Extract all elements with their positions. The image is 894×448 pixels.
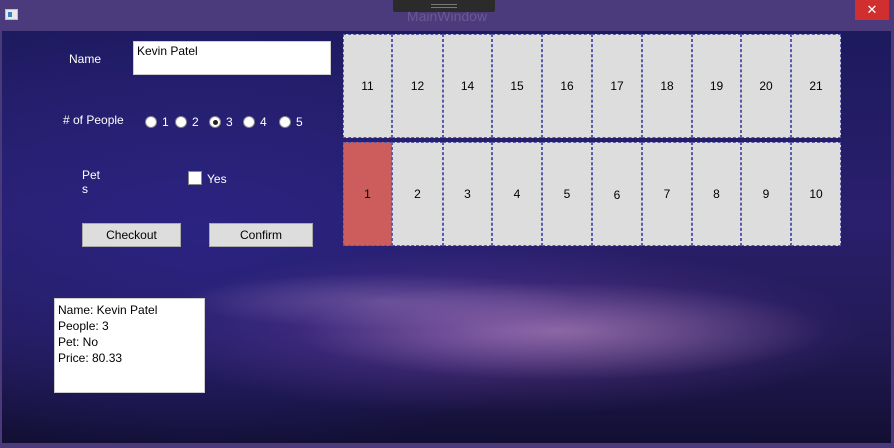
summary-price: Price: 80.33 bbox=[58, 351, 123, 365]
snap-grip-handle[interactable] bbox=[393, 0, 495, 12]
seat-number: 3 bbox=[464, 187, 471, 201]
name-label: Name bbox=[69, 52, 102, 66]
seat-button[interactable]: 12 bbox=[392, 34, 443, 138]
radio-circle-icon bbox=[243, 116, 255, 128]
seat-number: 1 bbox=[364, 187, 371, 201]
summary-pet: Pet: No bbox=[58, 335, 99, 349]
pets-label: Pet s bbox=[82, 168, 100, 196]
radio-label: 3 bbox=[226, 115, 233, 129]
people-radio-2[interactable]: 2 bbox=[175, 115, 199, 129]
seat-number: 6 bbox=[613, 188, 621, 202]
seat-button[interactable]: 5 bbox=[542, 142, 592, 246]
close-button[interactable]: ✕ bbox=[855, 0, 889, 20]
radio-circle-icon bbox=[145, 116, 157, 128]
people-radio-1[interactable]: 1 bbox=[145, 115, 169, 129]
title-bar: MainWindow ✕ bbox=[0, 0, 894, 31]
pet-checkbox-label: Yes bbox=[207, 172, 227, 186]
radio-selected-icon bbox=[209, 116, 221, 128]
radio-label: 5 bbox=[296, 115, 303, 129]
name-input[interactable]: Kevin Patel bbox=[133, 41, 331, 75]
seat-button[interactable]: 16 bbox=[542, 34, 592, 138]
seat-number: 14 bbox=[460, 79, 475, 93]
radio-label: 1 bbox=[162, 115, 169, 129]
pets-label-line2: s bbox=[82, 182, 88, 196]
radio-circle-icon bbox=[175, 116, 187, 128]
pet-checkbox[interactable] bbox=[188, 171, 202, 185]
seat-button[interactable]: 18 bbox=[642, 34, 692, 138]
seat-button[interactable]: 2 bbox=[392, 142, 443, 246]
seat-button[interactable]: 4 bbox=[492, 142, 542, 246]
seat-button[interactable]: 20 bbox=[741, 34, 791, 138]
seat-number: 12 bbox=[410, 79, 425, 93]
pets-label-line1: Pet bbox=[82, 168, 101, 182]
seat-number: 8 bbox=[713, 187, 720, 201]
main-content: Name Kevin Patel # of People 1 2 3 4 5 P… bbox=[2, 31, 891, 443]
people-radio-3[interactable]: 3 bbox=[209, 115, 233, 129]
seat-button[interactable]: 21 bbox=[791, 34, 841, 138]
seat-button-taken[interactable]: 1 bbox=[343, 142, 392, 246]
seat-number: 5 bbox=[563, 187, 571, 201]
seat-button[interactable]: 11 bbox=[343, 34, 392, 138]
seat-button[interactable]: 7 bbox=[642, 142, 692, 246]
seat-number: 15 bbox=[510, 79, 524, 93]
summary-name: Name: Kevin Patel bbox=[58, 303, 158, 317]
seat-button[interactable]: 8 bbox=[692, 142, 741, 246]
people-label: # of People bbox=[63, 113, 124, 127]
radio-label: 2 bbox=[192, 115, 199, 129]
seat-number: 17 bbox=[610, 79, 624, 93]
confirm-button[interactable]: Confirm bbox=[209, 223, 313, 247]
seat-number: 18 bbox=[660, 79, 674, 93]
seat-button[interactable]: 10 bbox=[791, 142, 841, 246]
seat-number: 20 bbox=[759, 79, 773, 93]
seat-number: 21 bbox=[809, 79, 823, 93]
seat-number: 11 bbox=[361, 79, 374, 93]
summary-people: People: 3 bbox=[58, 319, 109, 333]
seat-button[interactable]: 19 bbox=[692, 34, 741, 138]
seat-button[interactable]: 15 bbox=[492, 34, 542, 138]
seat-button[interactable]: 6 bbox=[592, 142, 642, 246]
seat-number: 7 bbox=[663, 187, 671, 201]
seat-number: 2 bbox=[414, 187, 421, 201]
seat-button[interactable]: 17 bbox=[592, 34, 642, 138]
seat-number: 9 bbox=[762, 187, 770, 201]
seat-number: 10 bbox=[809, 187, 823, 201]
seat-number: 16 bbox=[560, 79, 574, 93]
booking-summary: Name: Kevin Patel People: 3 Pet: No Pric… bbox=[54, 298, 205, 393]
seat-button[interactable]: 9 bbox=[741, 142, 791, 246]
seat-button[interactable]: 3 bbox=[443, 142, 492, 246]
seat-button[interactable]: 14 bbox=[443, 34, 492, 138]
checkout-button[interactable]: Checkout bbox=[82, 223, 181, 247]
people-radio-4[interactable]: 4 bbox=[243, 115, 267, 129]
seat-number: 19 bbox=[709, 79, 724, 93]
radio-circle-icon bbox=[279, 116, 291, 128]
seat-number: 4 bbox=[513, 187, 521, 201]
people-radio-5[interactable]: 5 bbox=[279, 115, 303, 129]
radio-label: 4 bbox=[260, 115, 267, 129]
